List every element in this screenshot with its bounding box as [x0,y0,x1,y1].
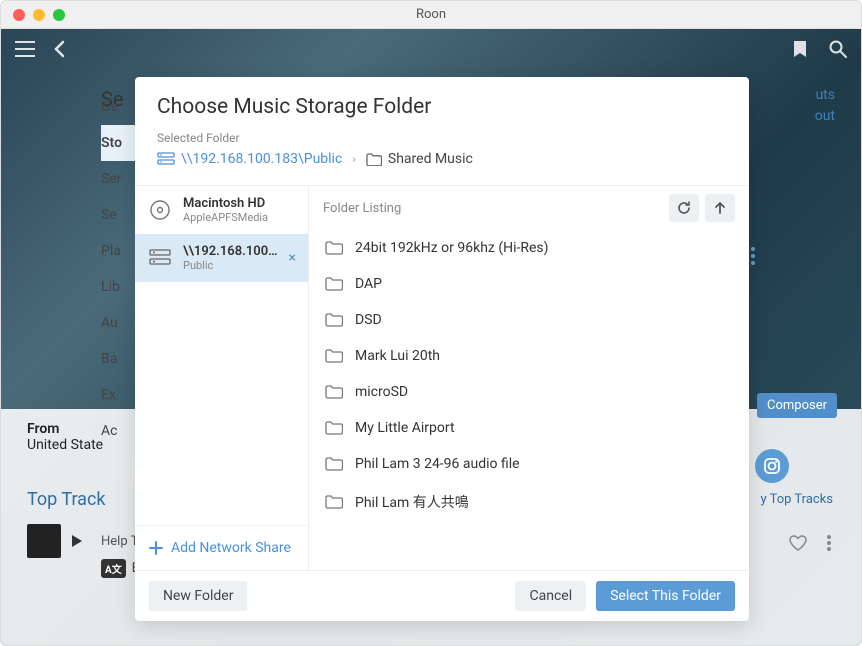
heart-icon[interactable] [789,535,807,551]
disk-icon [147,199,173,221]
up-folder-button[interactable] [705,194,735,222]
window-close-button[interactable] [13,9,25,21]
folder-name: 24bit 192kHz or 96khz (Hi-Res) [355,240,549,256]
folder-icon [325,241,343,255]
folder-name: microSD [355,384,408,400]
folder-row[interactable]: Phil Lam 3 24-96 audio file [309,446,749,482]
folder-icon [325,313,343,327]
social-icon[interactable] [755,449,789,483]
source-list: Macintosh HD AppleAPFSMedia \\192.168.10… [135,186,309,570]
folder-row[interactable]: My Little Airport [309,410,749,446]
folder-name: DAP [355,276,382,292]
folder-icon [325,457,343,471]
cancel-button[interactable]: Cancel [515,581,586,611]
hamburger-menu-icon[interactable] [15,41,35,57]
overflow-menu-icon[interactable] [751,247,755,265]
bookmark-icon[interactable] [793,40,807,58]
window-minimize-button[interactable] [33,9,45,21]
folder-listing-label: Folder Listing [323,201,401,216]
remove-source-icon[interactable]: × [289,250,296,266]
plus-icon [149,541,163,555]
folder-row[interactable]: DAP [309,266,749,302]
folder-name: DSD [355,312,382,328]
folder-row[interactable]: microSD [309,374,749,410]
top-tracks-heading: Top Track [27,489,106,510]
source-item-local-disk[interactable]: Macintosh HD AppleAPFSMedia [135,186,308,234]
folder-row[interactable]: Phil Lam 有人共鳴 [309,482,749,522]
folder-icon [325,421,343,435]
app-title: Roon [416,7,446,22]
server-icon [147,249,173,267]
select-this-folder-button[interactable]: Select This Folder [596,581,735,611]
folder-icon [366,153,382,166]
choose-folder-modal: Choose Music Storage Folder Selected Fol… [135,77,749,621]
breadcrumb-folder[interactable]: Shared Music [366,151,473,167]
modal-title: Choose Music Storage Folder [157,95,727,119]
source-item-network-share[interactable]: \\192.168.100.18 Public × [135,234,308,282]
folder-name: Mark Lui 20th [355,348,440,364]
help-label: Help T [101,534,138,549]
folder-icon [325,495,343,509]
from-region: From United State [27,421,103,453]
titlebar: Roon [1,1,861,29]
selected-folder-label: Selected Folder [157,131,727,145]
folder-list: 24bit 192kHz or 96khz (Hi-Res) DAP DSD Mark… [309,230,749,570]
play-icon[interactable] [71,534,83,548]
folder-row[interactable]: 24bit 192kHz or 96khz (Hi-Res) [309,230,749,266]
arrow-up-icon [713,201,727,215]
folder-icon [325,349,343,363]
play-top-tracks-link[interactable]: y Top Tracks [760,492,833,507]
folder-icon [325,385,343,399]
breadcrumb: \\192.168.100.183\Public › Shared Music [157,151,727,177]
folder-name: My Little Airport [355,420,455,436]
breadcrumb-drive[interactable]: \\192.168.100.183\Public [157,151,342,167]
right-links: uts out [815,85,835,127]
refresh-button[interactable] [669,194,699,222]
back-icon[interactable] [53,40,65,58]
track-thumb [27,524,61,558]
window-zoom-button[interactable] [53,9,65,21]
search-icon[interactable] [829,40,847,58]
folder-row[interactable]: Mark Lui 20th [309,338,749,374]
track-row[interactable] [27,524,83,558]
refresh-icon [676,200,692,216]
add-network-share-button[interactable]: Add Network Share [135,525,308,570]
settings-sidebar: Ge Sto Ser Se Pla Lib Au Ba Ex Ac [101,89,137,449]
main-toolbar [1,29,861,69]
folder-name: Phil Lam 有人共鳴 [355,492,469,512]
breadcrumb-separator: › [352,152,356,166]
composer-button-wrap: Composer [757,393,837,418]
new-folder-button[interactable]: New Folder [149,581,247,611]
server-icon [157,152,175,166]
folder-row[interactable]: DSD [309,302,749,338]
folder-icon [325,277,343,291]
composer-button[interactable]: Composer [757,393,837,418]
more-icon[interactable] [827,535,831,551]
folder-name: Phil Lam 3 24-96 audio file [355,456,520,472]
